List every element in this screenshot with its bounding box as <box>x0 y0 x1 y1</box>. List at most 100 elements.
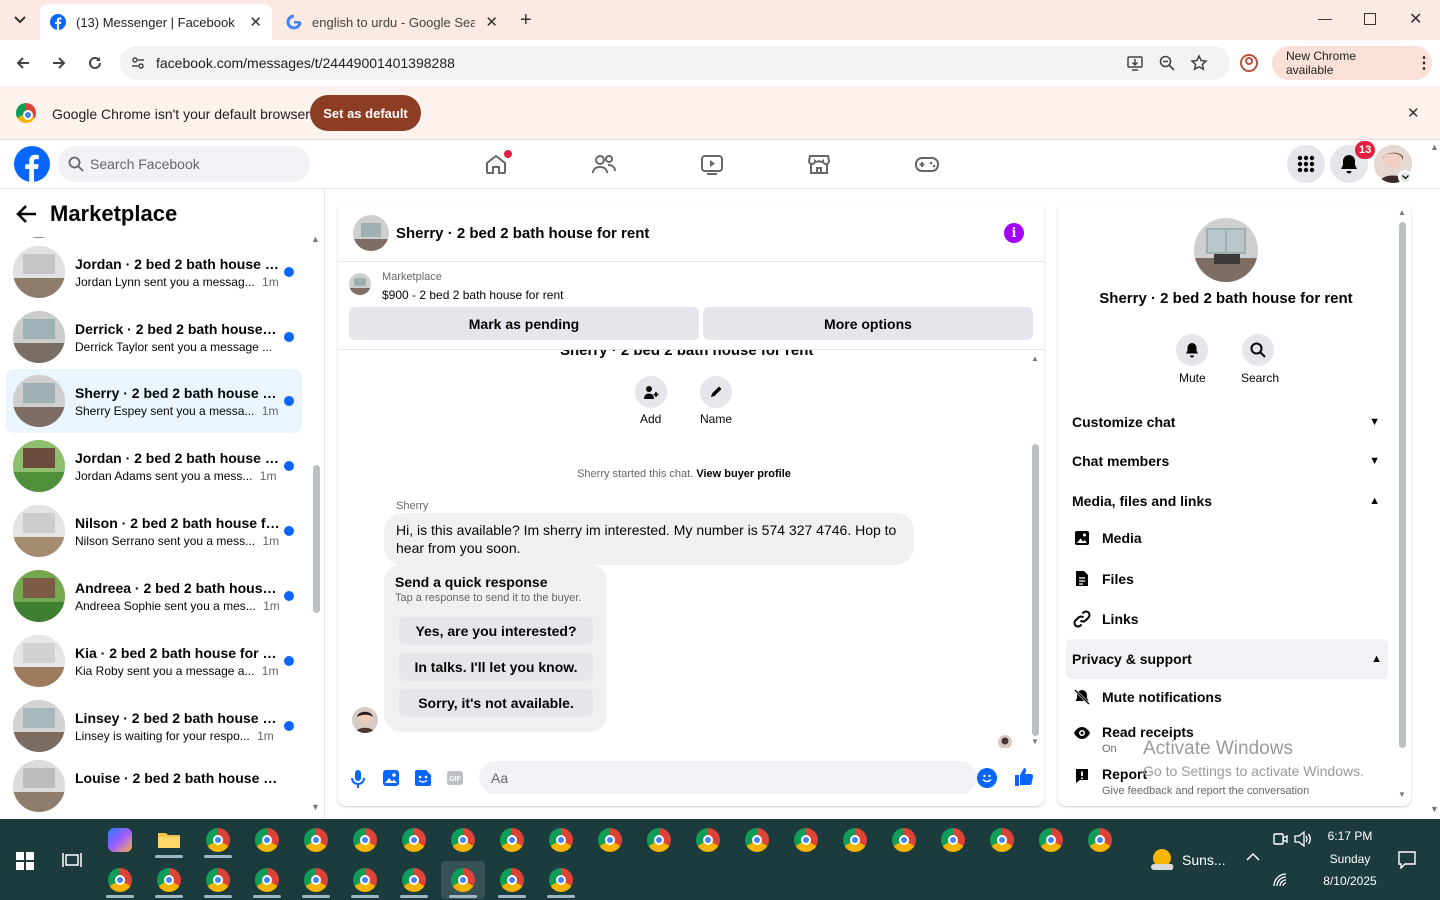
tab-close-icon[interactable]: ✕ <box>485 13 498 31</box>
info-scroll-up-arrow[interactable]: ▲ <box>1398 208 1406 217</box>
gif-icon[interactable]: GIF <box>446 770 464 786</box>
conversation-item[interactable]: Andreea · 2 bed 2 bath house ... Andreea … <box>6 564 302 628</box>
privacy-support-row[interactable]: Privacy & support ▲ <box>1066 639 1388 679</box>
tab-close-icon[interactable]: ✕ <box>249 13 262 31</box>
new-chrome-available-button[interactable]: New Chrome available ⋮ <box>1272 46 1432 80</box>
chrome-taskbar-icon[interactable] <box>98 861 142 899</box>
clock-day[interactable]: Sunday <box>1310 852 1390 866</box>
chrome-taskbar-icon[interactable] <box>392 861 436 899</box>
menu-grid-icon[interactable] <box>1287 145 1325 183</box>
bookmark-star-icon[interactable] <box>1190 54 1208 72</box>
conversation-item[interactable]: Linsey · 2 bed 2 bath house fo... Linsey … <box>6 694 302 758</box>
emoji-icon[interactable] <box>977 768 997 788</box>
chrome-taskbar-icon[interactable] <box>784 821 828 859</box>
nav-video-icon[interactable] <box>692 148 732 180</box>
conversation-item[interactable]: Sherry · 2 bed 2 bath house fo... Sherry … <box>6 369 302 433</box>
add-person-icon[interactable] <box>635 376 667 408</box>
nav-gaming-icon[interactable] <box>907 148 947 180</box>
chrome-taskbar-icon[interactable] <box>245 821 289 859</box>
chrome-taskbar-icon[interactable] <box>931 821 975 859</box>
new-tab-plus-icon[interactable]: + <box>520 10 532 30</box>
back-arrow-icon[interactable] <box>16 204 38 224</box>
chrome-taskbar-icon[interactable] <box>490 821 534 859</box>
forward-icon[interactable] <box>44 48 74 78</box>
windows-start-icon[interactable] <box>16 852 34 870</box>
chrome-taskbar-icon[interactable] <box>392 821 436 859</box>
conversation-info-icon[interactable]: i <box>1004 223 1024 243</box>
chrome-taskbar-icon[interactable] <box>490 861 534 899</box>
chrome-taskbar-icon[interactable] <box>980 821 1024 859</box>
thread-scroll-up-arrow[interactable]: ▲ <box>1031 354 1039 363</box>
sticker-icon[interactable] <box>414 769 432 787</box>
tab-search-chevron-icon[interactable] <box>8 8 32 32</box>
list-scrollbar-thumb[interactable] <box>313 465 320 613</box>
minimize-icon[interactable]: — <box>1318 10 1332 26</box>
chrome-taskbar-icon[interactable] <box>441 861 485 899</box>
facebook-logo-icon[interactable] <box>14 146 50 182</box>
meet-now-icon[interactable] <box>1272 831 1288 847</box>
thumbs-up-icon[interactable] <box>1014 767 1034 787</box>
info-avatar[interactable] <box>1194 218 1258 282</box>
incoming-message-bubble[interactable]: Hi, is this available? Im sherry im inte… <box>384 513 914 565</box>
more-options-button[interactable]: More options <box>703 307 1033 340</box>
media-item[interactable]: Media <box>1072 530 1388 546</box>
listing-thumbnail[interactable] <box>349 273 371 295</box>
weather-sun-icon[interactable] <box>1150 848 1176 870</box>
conversation-item[interactable]: Kia · 2 bed 2 bath house for rent Kia Rob… <box>6 629 302 693</box>
chrome-taskbar-icon[interactable] <box>196 821 240 859</box>
nav-marketplace-icon[interactable] <box>799 148 839 180</box>
clock-date[interactable]: 8/10/2025 <box>1310 874 1390 888</box>
chrome-taskbar-icon[interactable] <box>147 861 191 899</box>
thread-scroll-down-arrow[interactable]: ▼ <box>1031 737 1039 746</box>
chrome-taskbar-icon[interactable] <box>735 821 779 859</box>
chrome-taskbar-icon[interactable] <box>588 821 632 859</box>
page-scroll-up-arrow[interactable]: ▲ <box>1430 142 1439 152</box>
quick-response-yes-button[interactable]: Yes, are you interested? <box>399 617 593 645</box>
mute-notifications-item[interactable]: Mute notifications <box>1072 689 1388 705</box>
maximize-icon[interactable] <box>1364 13 1376 25</box>
network-icon[interactable] <box>1272 872 1288 888</box>
pencil-name-icon[interactable] <box>700 376 732 408</box>
conversation-item[interactable]: Jordan · 2 bed 2 bath house fo... Jordan … <box>6 240 302 304</box>
chrome-taskbar-icon[interactable] <box>882 821 926 859</box>
chrome-taskbar-icon[interactable] <box>343 821 387 859</box>
chrome-taskbar-icon[interactable] <box>294 821 338 859</box>
mute-bell-icon[interactable] <box>1176 334 1208 366</box>
quick-response-not-available-button[interactable]: Sorry, it's not available. <box>399 689 593 717</box>
chrome-taskbar-icon[interactable] <box>196 861 240 899</box>
chrome-taskbar-icon[interactable] <box>833 821 877 859</box>
file-explorer-icon[interactable] <box>147 821 191 859</box>
task-view-icon[interactable] <box>62 850 82 870</box>
info-scroll-down-arrow[interactable]: ▼ <box>1398 790 1406 799</box>
files-item[interactable]: Files <box>1072 570 1388 587</box>
profile-icon[interactable] <box>1238 52 1260 74</box>
page-scroll-down-arrow[interactable]: ▼ <box>1430 804 1439 814</box>
conversation-item[interactable]: Louise · 2 bed 2 bath house fo... <box>6 754 302 818</box>
kebab-menu-icon[interactable]: ⋮ <box>1416 53 1432 73</box>
copilot-app-icon[interactable] <box>98 821 142 859</box>
list-scroll-down-arrow[interactable]: ▼ <box>311 802 320 812</box>
mark-as-pending-button[interactable]: Mark as pending <box>349 307 699 340</box>
chrome-taskbar-icon[interactable] <box>1029 821 1073 859</box>
chrome-taskbar-icon[interactable] <box>245 861 289 899</box>
zoom-icon[interactable] <box>1158 54 1176 72</box>
set-as-default-button[interactable]: Set as default <box>310 95 421 131</box>
thread-scrollbar-thumb[interactable] <box>1032 444 1039 736</box>
tab-messenger[interactable]: (13) Messenger | Facebook ✕ <box>40 4 272 40</box>
back-icon[interactable] <box>8 48 38 78</box>
chrome-taskbar-icon[interactable] <box>343 861 387 899</box>
chrome-taskbar-icon[interactable] <box>294 861 338 899</box>
chrome-taskbar-icon[interactable] <box>539 821 583 859</box>
nav-home-icon[interactable] <box>476 148 516 180</box>
quick-response-in-talks-button[interactable]: In talks. I'll let you know. <box>399 653 593 681</box>
chat-header-avatar[interactable] <box>353 215 389 251</box>
nav-friends-icon[interactable] <box>584 148 624 180</box>
listing-title[interactable]: $900 - 2 bed 2 bath house for rent <box>382 288 563 302</box>
site-info-icon[interactable] <box>130 55 146 71</box>
install-app-icon[interactable] <box>1126 54 1144 72</box>
search-conversation-icon[interactable] <box>1242 334 1274 366</box>
weather-label[interactable]: Suns... <box>1182 852 1226 868</box>
chrome-taskbar-icon[interactable] <box>1078 821 1122 859</box>
search-facebook-input[interactable]: Search Facebook <box>58 146 310 182</box>
address-bar[interactable]: facebook.com/messages/t/2444900140139828… <box>120 46 1230 80</box>
